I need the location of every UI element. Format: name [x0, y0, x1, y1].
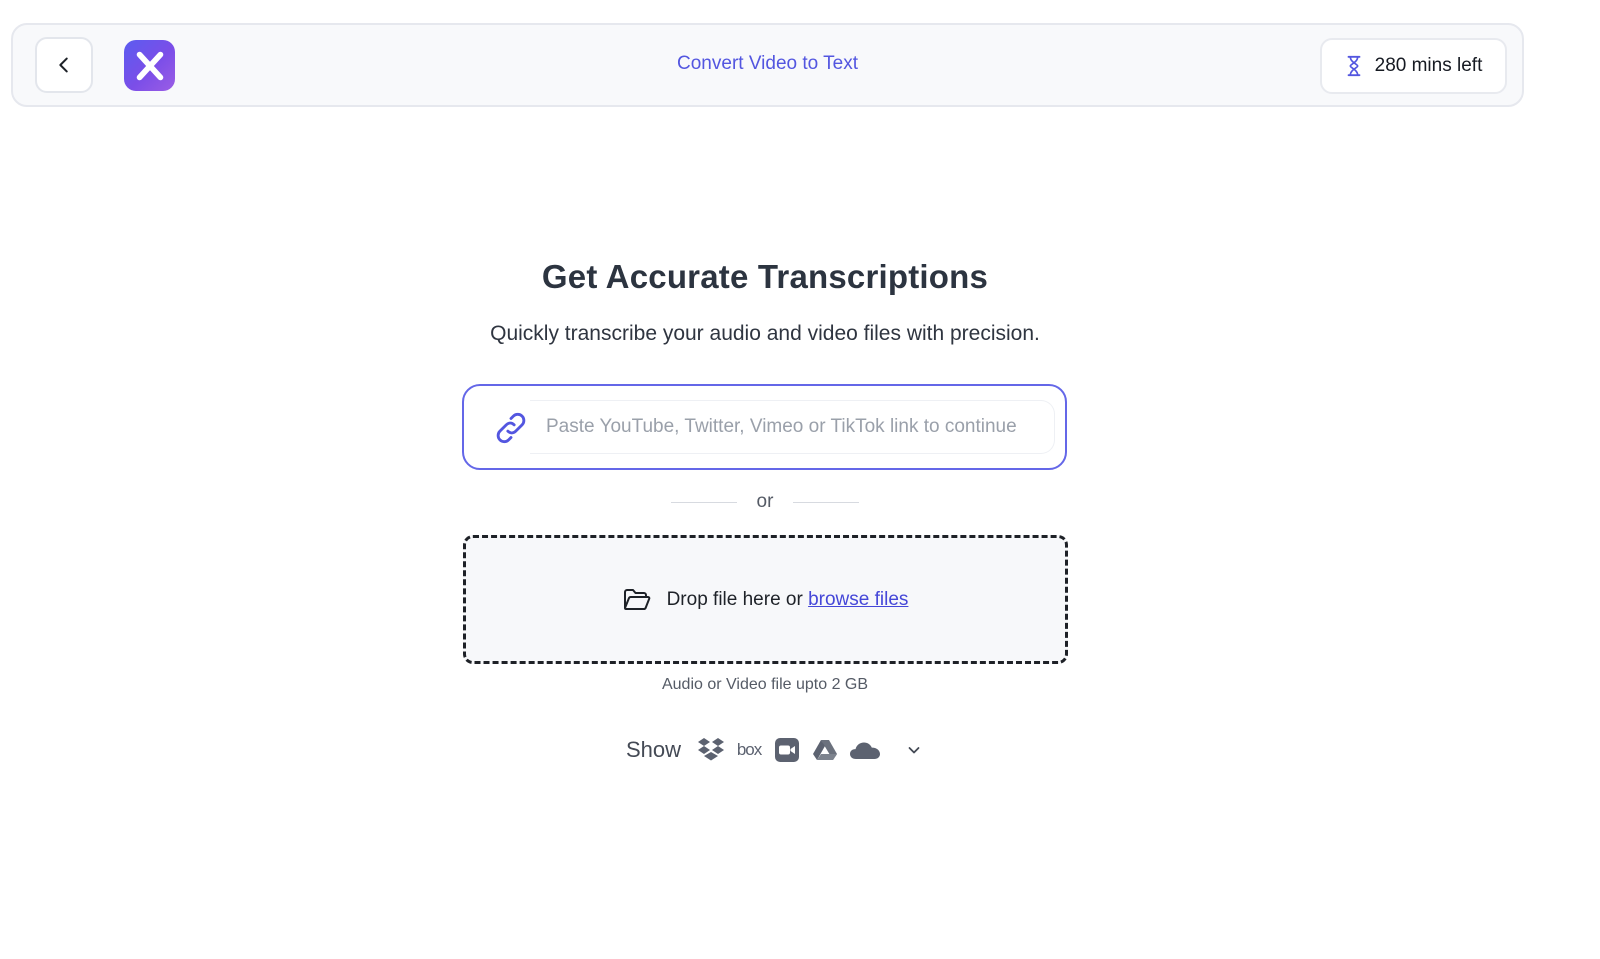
folder-open-icon — [623, 588, 650, 610]
show-label: Show — [626, 737, 682, 762]
minutes-left-badge[interactable]: 280 mins left — [1320, 38, 1507, 94]
or-text: or — [756, 491, 774, 512]
minutes-left-text: 280 mins left — [1374, 55, 1483, 76]
video-link-input[interactable] — [530, 400, 1055, 454]
page-title: Convert Video to Text — [13, 53, 1522, 75]
zoom-icon[interactable] — [773, 736, 801, 764]
link-icon — [496, 412, 526, 444]
hero-subheading: Quickly transcribe your audio and video … — [490, 322, 1040, 345]
divider-line-right — [793, 501, 860, 503]
page-title-text[interactable]: Convert Video to Text — [677, 53, 858, 74]
divider-line-left — [670, 501, 737, 503]
onedrive-icon[interactable] — [849, 736, 881, 764]
page: Convert Video to Text 280 mins left Get … — [0, 0, 1600, 959]
box-icon[interactable]: box — [735, 740, 763, 760]
import-sources-row: Show box — [626, 733, 925, 767]
top-bar: Convert Video to Text 280 mins left — [11, 23, 1524, 107]
browse-files-link[interactable]: browse files — [808, 589, 908, 610]
file-drop-zone[interactable]: Drop file here or browse files — [463, 535, 1068, 664]
chevron-down-icon[interactable] — [903, 739, 925, 761]
file-size-note: Audio or Video file upto 2 GB — [661, 676, 869, 693]
dropbox-icon[interactable] — [697, 736, 725, 764]
or-divider: or — [0, 491, 1530, 513]
hero-heading: Get Accurate Transcriptions — [541, 258, 989, 295]
drop-zone-text: Drop file here or browse files — [667, 589, 909, 611]
link-input-container[interactable] — [462, 384, 1067, 470]
drop-zone-prefix: Drop file here or — [666, 588, 803, 610]
hourglass-icon — [1347, 55, 1361, 77]
google-drive-icon[interactable] — [811, 736, 839, 764]
